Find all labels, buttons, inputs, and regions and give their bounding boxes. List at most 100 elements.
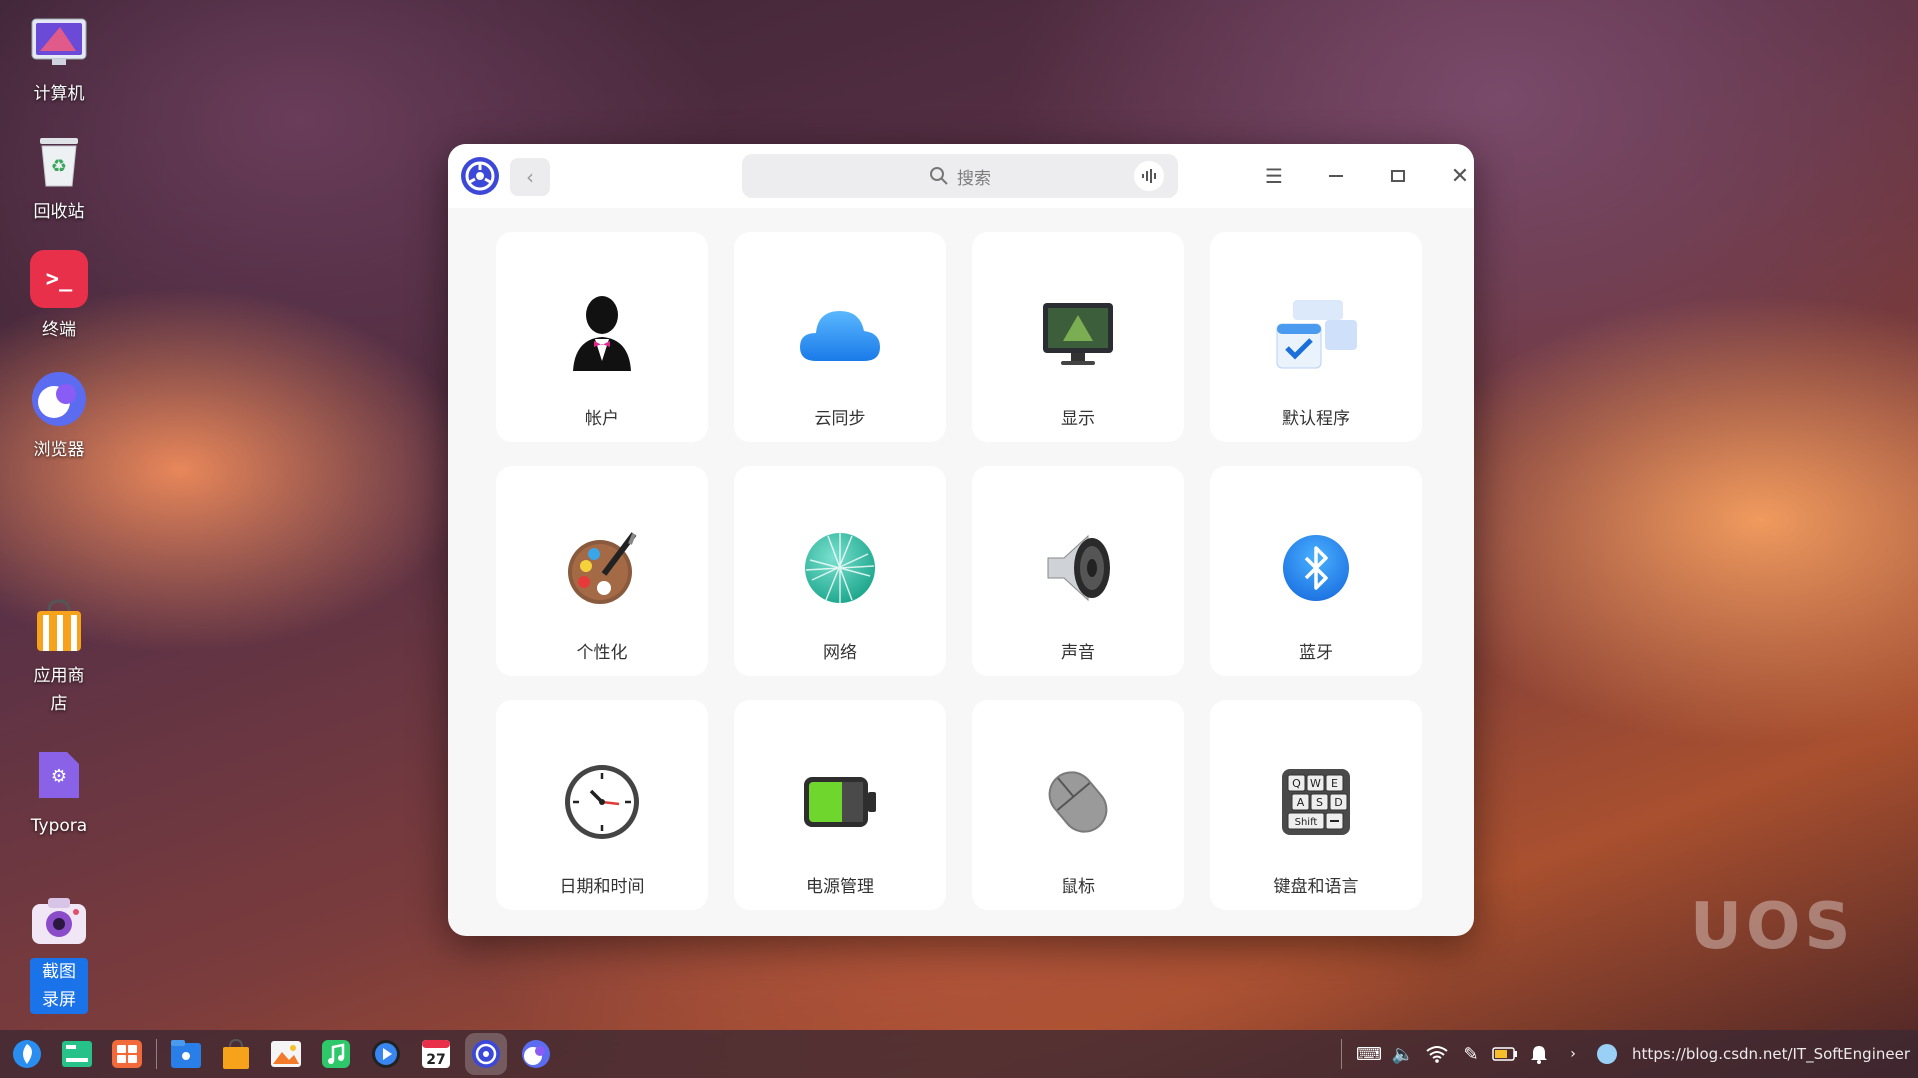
dock-app-multitask[interactable] <box>56 1033 98 1075</box>
svg-text:E: E <box>1331 777 1338 790</box>
show-desktop-icon <box>112 1040 142 1068</box>
module-label: 显示 <box>1061 409 1095 429</box>
computer-icon <box>30 14 88 72</box>
dock-app-music[interactable] <box>315 1033 357 1075</box>
datetime-icon <box>558 758 646 846</box>
desktop-item-terminal[interactable]: >_ 终端 <box>14 250 104 344</box>
module-cloud-sync[interactable]: 云同步 <box>734 232 946 442</box>
minimize-button[interactable] <box>1316 158 1356 194</box>
desktop-item-computer[interactable]: 计算机 <box>14 14 104 108</box>
dock-app-app-store[interactable] <box>215 1033 257 1075</box>
menu-icon: ☰ <box>1265 164 1283 188</box>
control-center-logo-icon <box>460 156 500 196</box>
module-sound[interactable]: 声音 <box>972 466 1184 676</box>
module-label: 云同步 <box>814 409 866 429</box>
launcher-button[interactable] <box>6 1033 48 1075</box>
sound-icon <box>1034 524 1122 612</box>
desktop-label: 浏览器 <box>33 440 85 460</box>
module-personalization[interactable]: 个性化 <box>496 466 708 676</box>
desktop-label: Typora <box>30 816 88 836</box>
screenshot-icon <box>30 892 88 950</box>
search-input[interactable]: 搜索 <box>742 154 1178 198</box>
desktop-label: 计算机 <box>33 84 85 104</box>
desktop-item-app-store[interactable]: 应用商店 <box>14 596 104 718</box>
module-label: 蓝牙 <box>1299 643 1333 663</box>
browser-icon <box>30 370 88 428</box>
svg-text:♻: ♻ <box>51 156 67 177</box>
svg-text:Shift: Shift <box>1295 817 1318 828</box>
dock-app-file-manager[interactable] <box>165 1033 207 1075</box>
desktop-item-screenshot[interactable]: 截图录屏 <box>14 892 104 1014</box>
search-icon <box>930 167 948 185</box>
system-tray: ⌨ 🔈 ✎ › https://blog.csdn.net/IT_SoftEng… <box>1333 1030 1910 1078</box>
module-datetime[interactable]: 日期和时间 <box>496 700 708 910</box>
dock-separator <box>156 1039 157 1069</box>
desktop-item-browser[interactable]: 浏览器 <box>14 370 104 464</box>
module-bluetooth[interactable]: 蓝牙 <box>1210 466 1422 676</box>
dock-app-browser[interactable] <box>515 1033 557 1075</box>
dock-app-calendar[interactable]: 27 <box>415 1033 457 1075</box>
cloud-sync-icon <box>796 290 884 378</box>
typora-icon: ⚙ <box>30 746 88 804</box>
menu-button[interactable]: ☰ <box>1254 158 1294 194</box>
volume-icon[interactable]: 🔈 <box>1386 1037 1420 1071</box>
image-viewer-icon <box>271 1041 301 1067</box>
back-button[interactable]: ‹ <box>510 158 550 196</box>
module-mouse[interactable]: 鼠标 <box>972 700 1184 910</box>
dock-app-desktop[interactable] <box>106 1033 148 1075</box>
desktop-item-trash[interactable]: ♻ 回收站 <box>14 132 104 226</box>
file-manager-icon <box>171 1040 201 1068</box>
minimize-icon <box>1329 175 1343 177</box>
module-display[interactable]: 显示 <box>972 232 1184 442</box>
module-label: 日期和时间 <box>559 877 645 897</box>
expand-tray-icon[interactable]: › <box>1556 1037 1590 1071</box>
default-apps-icon <box>1272 290 1360 378</box>
svg-text:D: D <box>1334 796 1342 809</box>
trash-icon: ♻ <box>30 132 88 190</box>
bluetooth-icon <box>1272 524 1360 612</box>
keyboard-layout-icon[interactable]: ⌨ <box>1352 1037 1386 1071</box>
module-label: 帐户 <box>585 409 619 429</box>
titlebar: ‹ 搜索 ☰ ✕ <box>448 144 1474 208</box>
browser-icon <box>522 1040 550 1068</box>
module-label: 键盘和语言 <box>1273 877 1359 897</box>
dock-app-video[interactable] <box>365 1033 407 1075</box>
control-center-window: ‹ 搜索 ☰ ✕ 帐户 云同步 显示 默认程序 个性化 网络 声音 蓝牙 日期和… <box>448 144 1474 936</box>
voice-search-icon[interactable] <box>1134 161 1164 191</box>
search-placeholder: 搜索 <box>957 168 991 189</box>
module-default-apps[interactable]: 默认程序 <box>1210 232 1422 442</box>
module-keyboard[interactable]: Q W E A S D Shift 键盘和语言 <box>1210 700 1422 910</box>
module-network[interactable]: 网络 <box>734 466 946 676</box>
taskbar: 27 ⌨ 🔈 ✎ › https://blog.csdn.net/IT_Soft… <box>0 1030 1918 1078</box>
keyboard-icon: Q W E A S D Shift <box>1272 758 1360 846</box>
power-icon <box>796 758 884 846</box>
dock-app-image-viewer[interactable] <box>265 1033 307 1075</box>
svg-text:Q: Q <box>1292 777 1301 790</box>
mouse-icon <box>1034 758 1122 846</box>
module-power[interactable]: 电源管理 <box>734 700 946 910</box>
module-account[interactable]: 帐户 <box>496 232 708 442</box>
close-button[interactable]: ✕ <box>1440 158 1474 194</box>
desktop-item-typora[interactable]: ⚙ Typora <box>14 746 104 840</box>
control-center-icon <box>472 1040 500 1068</box>
video-player-icon <box>372 1040 400 1068</box>
maximize-button[interactable] <box>1378 158 1418 194</box>
dock-app-control-center[interactable] <box>465 1033 507 1075</box>
notification-bell-icon[interactable] <box>1522 1037 1556 1071</box>
pen-icon[interactable]: ✎ <box>1454 1037 1488 1071</box>
multitask-icon <box>62 1041 92 1067</box>
module-label: 网络 <box>823 643 857 663</box>
watermark-url: https://blog.csdn.net/IT_SoftEngineer <box>1632 1045 1910 1063</box>
wifi-icon[interactable] <box>1420 1037 1454 1071</box>
app-store-icon <box>30 596 88 654</box>
uos-watermark: UOS <box>1690 890 1855 964</box>
battery-icon[interactable] <box>1488 1037 1522 1071</box>
module-label: 声音 <box>1061 643 1095 663</box>
module-label: 个性化 <box>576 643 628 663</box>
tray-separator <box>1341 1039 1343 1069</box>
module-label: 电源管理 <box>806 877 874 897</box>
module-label: 鼠标 <box>1061 877 1095 897</box>
desktop-label: 终端 <box>42 320 76 340</box>
user-avatar-icon[interactable] <box>1590 1037 1624 1071</box>
svg-text:27: 27 <box>426 1052 445 1068</box>
